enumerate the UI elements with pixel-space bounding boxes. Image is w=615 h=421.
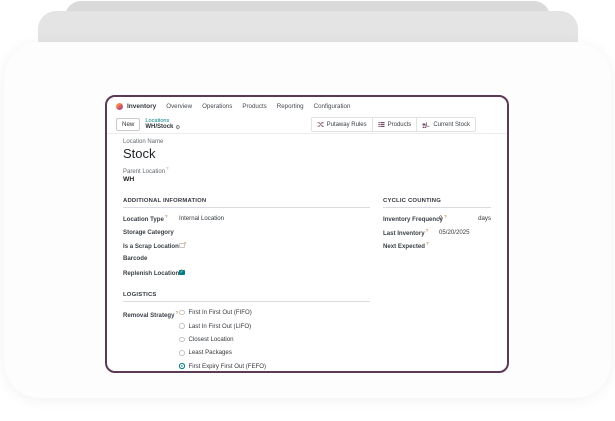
radio-icon[interactable] (179, 336, 185, 343)
help-icon: ? (175, 309, 179, 315)
breadcrumb-current-label: WH/Stock (145, 124, 174, 131)
field-next-expected: Next Expected? (383, 239, 491, 252)
help-icon: ? (166, 166, 169, 171)
app-menubar: Inventory Overview Operations Products R… (107, 97, 507, 116)
section-logistics: LOGISTICS (123, 292, 370, 302)
right-column: CYCLIC COUNTING Inventory Frequency? 0 d… (383, 198, 493, 371)
help-icon: ? (426, 240, 429, 246)
app-name[interactable]: Inventory (127, 103, 156, 110)
radio-option-fefo[interactable]: First Expiry First Out (FEFO) (179, 360, 267, 371)
field-storage-category: Storage Category (123, 225, 370, 238)
products-label: Products (387, 121, 412, 128)
menu-reporting[interactable]: Reporting (277, 103, 304, 110)
field-is-scrap-location: Is a Scrap Location?? (123, 239, 370, 252)
inventory-frequency-label: Inventory Frequency? (383, 214, 447, 224)
scrap-location-label: Is a Scrap Location?? (123, 240, 187, 250)
menu-configuration[interactable]: Configuration (314, 103, 351, 110)
putaway-rules-button[interactable]: Putaway Rules (310, 117, 373, 132)
radio-icon[interactable] (179, 350, 185, 356)
breadcrumb: Locations WH/Stock ⚙ (145, 118, 180, 131)
products-button[interactable]: Products (372, 117, 418, 132)
help-icon: ? (425, 227, 429, 233)
radio-option-lifo[interactable]: Last In First Out (LIFO) (179, 319, 266, 332)
field-last-inventory: Last Inventory? 05/20/2025 (383, 225, 491, 238)
radio-icon[interactable] (179, 363, 185, 369)
current-stock-label: Current Stock (433, 121, 470, 128)
radio-option-least-packages[interactable]: Least Packages (179, 346, 266, 359)
menu-products[interactable]: Products (242, 103, 266, 110)
location-name-label: Location Name (123, 139, 164, 145)
logistics-section: LOGISTICS Removal Strategy? First In Fir… (123, 292, 370, 371)
menu-operations[interactable]: Operations (202, 103, 232, 110)
parent-location-label: Parent Location? (123, 166, 169, 175)
menu-overview[interactable]: Overview (166, 103, 192, 110)
next-expected-label: Next Expected? (383, 240, 429, 250)
field-barcode: Barcode (123, 252, 370, 265)
field-location-type: Location Type? Internal Location (123, 212, 370, 225)
scrap-location-checkbox[interactable] (179, 242, 185, 249)
current-stock-button[interactable]: Current Stock (417, 117, 476, 132)
radio-label: First Expiry First Out (FEFO) (188, 362, 267, 370)
actions-gear-icon[interactable]: ⚙ (175, 125, 180, 131)
putaway-rules-label: Putaway Rules (326, 121, 367, 128)
field-replenish-location: Replenish Location? (123, 266, 370, 279)
storage-category-label: Storage Category (123, 228, 174, 236)
removal-strategy-label: Removal Strategy? (123, 309, 179, 319)
last-inventory-value[interactable]: 05/20/2025 (439, 229, 470, 236)
page-background: Inventory Overview Operations Products R… (0, 0, 615, 421)
shuffle-icon (317, 121, 324, 128)
odoo-logo-icon[interactable] (116, 103, 123, 110)
radio-icon[interactable] (179, 323, 185, 329)
odoo-app-window: Inventory Overview Operations Products R… (105, 95, 509, 373)
new-button[interactable]: New (116, 118, 141, 131)
barcode-label: Barcode (123, 255, 148, 263)
location-type-value[interactable]: Internal Location (179, 215, 224, 222)
left-column: ADDITIONAL INFORMATION Location Type? In… (123, 198, 370, 371)
help-icon: ? (164, 214, 168, 220)
forklift-icon (422, 121, 430, 128)
smart-buttons: Putaway Rules Products Current Stock (310, 117, 476, 132)
location-form: Location Name Stock Parent Location? WH … (107, 134, 507, 371)
replenish-location-label: Replenish Location? (123, 268, 183, 277)
list-icon (378, 122, 385, 127)
parent-location-value[interactable]: WH (123, 176, 493, 183)
help-icon: ? (443, 214, 447, 220)
radio-icon[interactable] (179, 309, 185, 316)
radio-label: First In First Out (FIFO) (188, 309, 252, 317)
radio-option-closest-location[interactable]: Closest Location (179, 333, 266, 346)
radio-option-fifo[interactable]: First In First Out (FIFO) (179, 306, 266, 319)
radio-label: Least Packages (188, 349, 232, 357)
field-inventory-frequency: Inventory Frequency? 0 days (383, 212, 491, 225)
inventory-frequency-value[interactable]: 0 (439, 215, 442, 222)
section-cyclic-counting: CYCLIC COUNTING (383, 198, 491, 208)
radio-label: Closest Location (188, 335, 234, 343)
last-inventory-label: Last Inventory? (383, 227, 429, 237)
replenish-location-checkbox[interactable] (179, 269, 185, 275)
location-type-label: Location Type? (123, 214, 168, 224)
breadcrumb-current: WH/Stock ⚙ (145, 124, 180, 131)
section-additional-information: ADDITIONAL INFORMATION (123, 198, 370, 208)
removal-strategy-options: First In First Out (FIFO) Last In First … (179, 306, 267, 371)
location-name-value[interactable]: Stock (123, 146, 493, 161)
inventory-frequency-unit: days (478, 215, 491, 223)
radio-label: Last In First Out (LIFO) (188, 322, 252, 330)
control-panel: New Locations WH/Stock ⚙ Putaway Rules P… (107, 116, 507, 134)
